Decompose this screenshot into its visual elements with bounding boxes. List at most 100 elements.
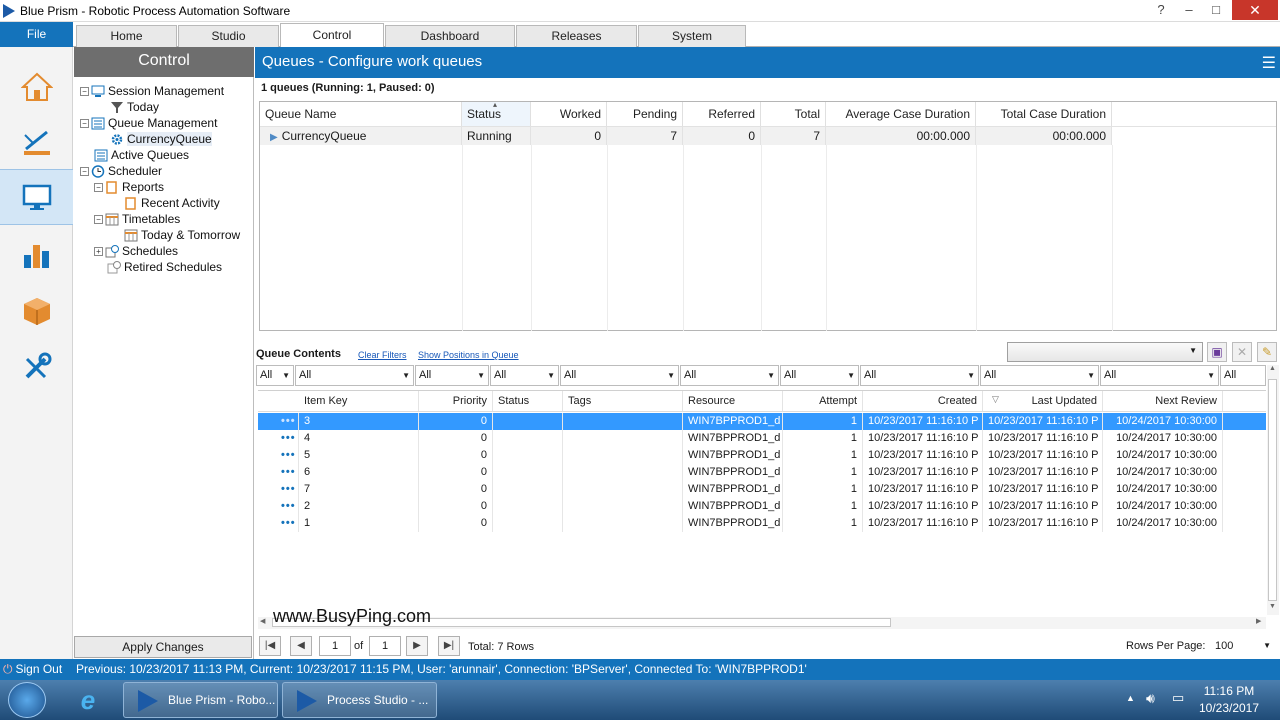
tab-home[interactable]: Home	[76, 25, 177, 47]
nav-home-button[interactable]	[0, 59, 73, 115]
column-header-total-case-duration[interactable]: Total Case Duration	[976, 102, 1112, 126]
save-icon[interactable]: ▣	[1207, 342, 1227, 362]
filter-created[interactable]: All ▼	[860, 365, 979, 386]
collapse-toggle-icon[interactable]: −	[80, 119, 89, 129]
tree-item-queue-management[interactable]: − Queue Management	[80, 115, 217, 131]
show-positions-link[interactable]: Show Positions in Queue	[418, 350, 519, 360]
hamburger-menu-icon[interactable]: ☰	[1262, 53, 1276, 73]
tree-item-timetables[interactable]: − Timetables	[94, 211, 180, 227]
collapse-toggle-icon[interactable]: −	[80, 167, 89, 177]
column-header-priority[interactable]: Priority	[419, 391, 493, 411]
column-header-next-review[interactable]: Next Review	[1103, 391, 1223, 411]
more-options-icon[interactable]: •••	[281, 500, 296, 512]
column-header-worked[interactable]: Worked	[531, 102, 607, 126]
more-options-icon[interactable]: •••	[281, 466, 296, 478]
table-row[interactable]: ••• 3 0 WIN7BPPROD1_d 1 10/23/2017 11:16:10 P…	[258, 413, 1266, 430]
filter-item-key[interactable]: All ▼	[295, 365, 414, 386]
sign-out-button[interactable]: ⏻ Sign Out	[3, 659, 62, 680]
column-header-tags[interactable]: Tags	[563, 391, 683, 411]
more-options-icon[interactable]: •••	[281, 449, 296, 461]
filter-priority[interactable]: All ▼	[415, 365, 489, 386]
maximize-button[interactable]: □	[1201, 0, 1231, 20]
collapse-toggle-icon[interactable]: −	[94, 183, 103, 193]
more-options-icon[interactable]: •••	[281, 432, 296, 444]
network-icon[interactable]: ▭	[1172, 690, 1184, 706]
nav-control-button[interactable]	[0, 169, 73, 225]
filter-next-review[interactable]: All ▼	[1100, 365, 1219, 386]
column-header-total[interactable]: Total	[761, 102, 826, 126]
filter-status[interactable]: All ▼	[490, 365, 559, 386]
expand-toggle-icon[interactable]: +	[94, 247, 103, 257]
table-row[interactable]: ••• 6 0 WIN7BPPROD1_d 1 10/23/2017 11:16:10 P…	[258, 464, 1266, 481]
filter-last-updated[interactable]: All ▼	[980, 365, 1099, 386]
tree-item-reports[interactable]: − Reports	[94, 179, 164, 195]
filter-extra[interactable]: All	[1220, 365, 1266, 386]
file-menu[interactable]: File	[0, 22, 73, 47]
tab-releases[interactable]: Releases	[516, 25, 637, 47]
more-options-icon[interactable]: •••	[281, 415, 296, 427]
vertical-scrollbar[interactable]: ▲ ▼	[1267, 365, 1279, 615]
column-header-created[interactable]: Created	[863, 391, 983, 411]
clear-filters-link[interactable]: Clear Filters	[358, 350, 407, 360]
filter-resource[interactable]: All ▼	[680, 365, 779, 386]
minimize-button[interactable]: –	[1174, 0, 1204, 20]
filter-attempt[interactable]: All ▼	[780, 365, 859, 386]
delete-icon[interactable]: ✕	[1232, 342, 1252, 362]
nav-dashboard-button[interactable]	[0, 227, 73, 283]
column-header-pending[interactable]: Pending	[607, 102, 683, 126]
table-row[interactable]: ••• 7 0 WIN7BPPROD1_d 1 10/23/2017 11:16:10 P…	[258, 481, 1266, 498]
apply-changes-button[interactable]: Apply Changes	[74, 636, 252, 658]
tab-system[interactable]: System	[638, 25, 746, 47]
tree-item-active-queues[interactable]: Active Queues	[94, 147, 189, 163]
column-header-item-status[interactable]: Status	[493, 391, 563, 411]
column-header-last-updated[interactable]: Last Updated	[983, 391, 1103, 411]
last-page-button[interactable]: ▶|	[438, 636, 460, 656]
more-options-icon[interactable]: •••	[281, 517, 296, 529]
tree-item-today[interactable]: Today	[110, 99, 159, 115]
tab-studio[interactable]: Studio	[178, 25, 279, 47]
table-row[interactable]: ••• 4 0 WIN7BPPROD1_d 1 10/23/2017 11:16:10 P…	[258, 430, 1266, 447]
close-button[interactable]: ✕	[1232, 0, 1278, 20]
taskbar-process-studio[interactable]: Process Studio - ...	[282, 682, 437, 718]
clock[interactable]: 11:16 PM 10/23/2017	[1196, 684, 1262, 715]
rows-per-page-select[interactable]: 100 ▼	[1212, 636, 1274, 656]
start-button[interactable]	[8, 682, 46, 718]
collapse-toggle-icon[interactable]: −	[94, 215, 103, 225]
tree-item-today-and-tomorrow[interactable]: Today & Tomorrow	[124, 227, 240, 243]
page-number-input[interactable]: 1	[319, 636, 351, 656]
tab-control[interactable]: Control	[280, 23, 384, 47]
more-options-icon[interactable]: •••	[281, 483, 296, 495]
previous-page-button[interactable]: ◀	[290, 636, 312, 656]
next-page-button[interactable]: ▶	[406, 636, 428, 656]
tab-dashboard[interactable]: Dashboard	[385, 25, 515, 47]
tree-item-scheduler[interactable]: − Scheduler	[80, 163, 162, 179]
taskbar-blue-prism[interactable]: Blue Prism - Robo...	[123, 682, 278, 718]
queue-contents-combo[interactable]: ▼	[1007, 342, 1203, 362]
table-row[interactable]: ••• 1 0 WIN7BPPROD1_d 1 10/23/2017 11:16:10 P…	[258, 515, 1266, 532]
help-icon[interactable]: ?	[1146, 0, 1176, 20]
column-header-queue-name[interactable]: Queue Name	[260, 102, 462, 126]
tree-item-recent-activity[interactable]: Recent Activity	[124, 195, 220, 211]
column-header-average-case-duration[interactable]: Average Case Duration	[826, 102, 976, 126]
table-row[interactable]: ••• 5 0 WIN7BPPROD1_d 1 10/23/2017 11:16:10 P…	[258, 447, 1266, 464]
internet-explorer-icon[interactable]: e	[72, 686, 104, 714]
column-header-referred[interactable]: Referred	[683, 102, 761, 126]
nav-system-button[interactable]	[0, 339, 73, 395]
nav-studio-button[interactable]	[0, 115, 73, 171]
table-row[interactable]: ••• 2 0 WIN7BPPROD1_d 1 10/23/2017 11:16:10 P…	[258, 498, 1266, 515]
tree-item-retired-schedules[interactable]: Retired Schedules	[107, 259, 222, 275]
show-hidden-icons[interactable]: ▲	[1126, 693, 1135, 703]
tree-item-schedules[interactable]: + Schedules	[94, 243, 178, 259]
filter-tags[interactable]: All ▼	[560, 365, 679, 386]
filter-select-all-items[interactable]: All ▼	[256, 365, 294, 386]
column-header-item-key[interactable]: Item Key	[299, 391, 419, 411]
nav-releases-button[interactable]	[0, 283, 73, 339]
first-page-button[interactable]: |◀	[259, 636, 281, 656]
collapse-toggle-icon[interactable]: −	[80, 87, 89, 97]
column-header-attempt[interactable]: Attempt	[783, 391, 863, 411]
volume-icon[interactable]: 🔊︎	[1146, 690, 1155, 707]
tree-item-currencyqueue[interactable]: CurrencyQueue	[110, 131, 212, 147]
column-header-resource[interactable]: Resource	[683, 391, 783, 411]
edit-icon[interactable]: ✎	[1257, 342, 1277, 362]
tree-item-session-management[interactable]: − Session Management	[80, 83, 224, 99]
